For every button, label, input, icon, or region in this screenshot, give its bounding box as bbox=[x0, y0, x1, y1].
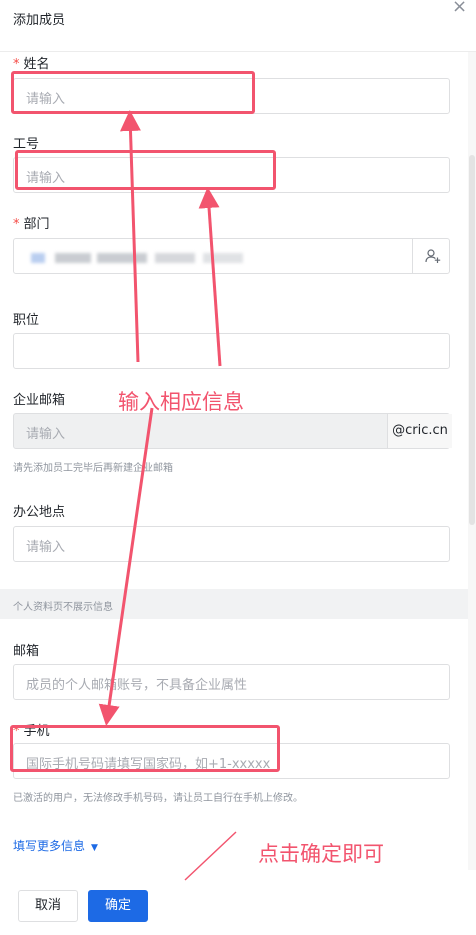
employee-id-input[interactable]: 请输入 bbox=[13, 157, 450, 193]
department-select[interactable] bbox=[13, 238, 450, 274]
office-input-placeholder: 请输入 bbox=[26, 540, 66, 555]
email-input-placeholder: 成员的个人邮箱账号，不具备企业属性 bbox=[26, 678, 248, 693]
employee-id-input-placeholder: 请输入 bbox=[26, 171, 66, 186]
office-label-text: 办公地点 bbox=[13, 505, 66, 520]
corp-email-hint: 请先添加员工完毕后再新建企业邮箱 bbox=[13, 463, 173, 474]
dialog-title: 添加成员 bbox=[13, 13, 66, 28]
mobile-input-placeholder: 国际手机号码请填写国家码，如+1-xxxxx bbox=[26, 757, 271, 772]
required-mark: * bbox=[13, 724, 20, 739]
required-mark: * bbox=[13, 217, 20, 232]
department-label-text: 部门 bbox=[23, 217, 50, 232]
confirm-button[interactable]: 确定 bbox=[88, 890, 148, 922]
caret-down-icon: ▼ bbox=[91, 843, 98, 853]
section-hidden-info-label: 个人资料页不展示信息 bbox=[13, 602, 113, 613]
mobile-label-text: 手机 bbox=[23, 724, 50, 739]
name-label: * 姓名 bbox=[13, 53, 50, 72]
scrollbar-thumb[interactable] bbox=[469, 155, 475, 525]
more-info-link-text: 填写更多信息 bbox=[13, 839, 86, 853]
annotation-confirm-note: 点击确定即可 bbox=[258, 842, 384, 866]
office-input[interactable]: 请输入 bbox=[13, 526, 450, 562]
dialog-header: 添加成员 × bbox=[0, 0, 476, 52]
name-input[interactable]: 请输入 bbox=[13, 78, 450, 114]
name-input-placeholder: 请输入 bbox=[26, 92, 66, 107]
corp-email-label: 企业邮箱 bbox=[13, 389, 65, 408]
office-label: 办公地点 bbox=[13, 501, 65, 520]
email-label-text: 邮箱 bbox=[13, 644, 40, 659]
name-label-text: 姓名 bbox=[23, 57, 50, 72]
employee-id-label: 工号 bbox=[13, 133, 39, 152]
member-picker-icon[interactable] bbox=[412, 239, 452, 273]
mobile-label: * 手机 bbox=[13, 720, 50, 739]
position-input[interactable] bbox=[13, 333, 450, 369]
department-label: * 部门 bbox=[13, 213, 50, 232]
close-icon[interactable]: × bbox=[452, 0, 467, 16]
email-input[interactable]: 成员的个人邮箱账号，不具备企业属性 bbox=[13, 664, 450, 700]
required-mark: * bbox=[13, 57, 20, 72]
employee-id-label-text: 工号 bbox=[13, 137, 40, 152]
dialog-footer: 取消 确定 bbox=[0, 870, 476, 935]
more-info-link[interactable]: 填写更多信息 ▼ bbox=[13, 837, 98, 854]
email-label: 邮箱 bbox=[13, 640, 39, 659]
cancel-button[interactable]: 取消 bbox=[18, 890, 78, 922]
corp-email-input-placeholder: 请输入 bbox=[26, 427, 66, 442]
position-label: 职位 bbox=[13, 309, 39, 328]
corp-email-domain-suffix: @cric.cn bbox=[387, 414, 452, 448]
annotation-input-note: 输入相应信息 bbox=[118, 390, 244, 414]
mobile-input[interactable]: 国际手机号码请填写国家码，如+1-xxxxx bbox=[13, 743, 450, 779]
mobile-hint: 已激活的用户，无法修改手机号码，请让员工自行在手机上修改。 bbox=[13, 793, 303, 804]
department-value-blurred bbox=[31, 245, 246, 269]
position-label-text: 职位 bbox=[13, 313, 40, 328]
section-divider: 个人资料页不展示信息 bbox=[0, 589, 468, 619]
corp-email-label-text: 企业邮箱 bbox=[13, 393, 66, 408]
corp-email-input: 请输入 @cric.cn bbox=[13, 413, 452, 449]
